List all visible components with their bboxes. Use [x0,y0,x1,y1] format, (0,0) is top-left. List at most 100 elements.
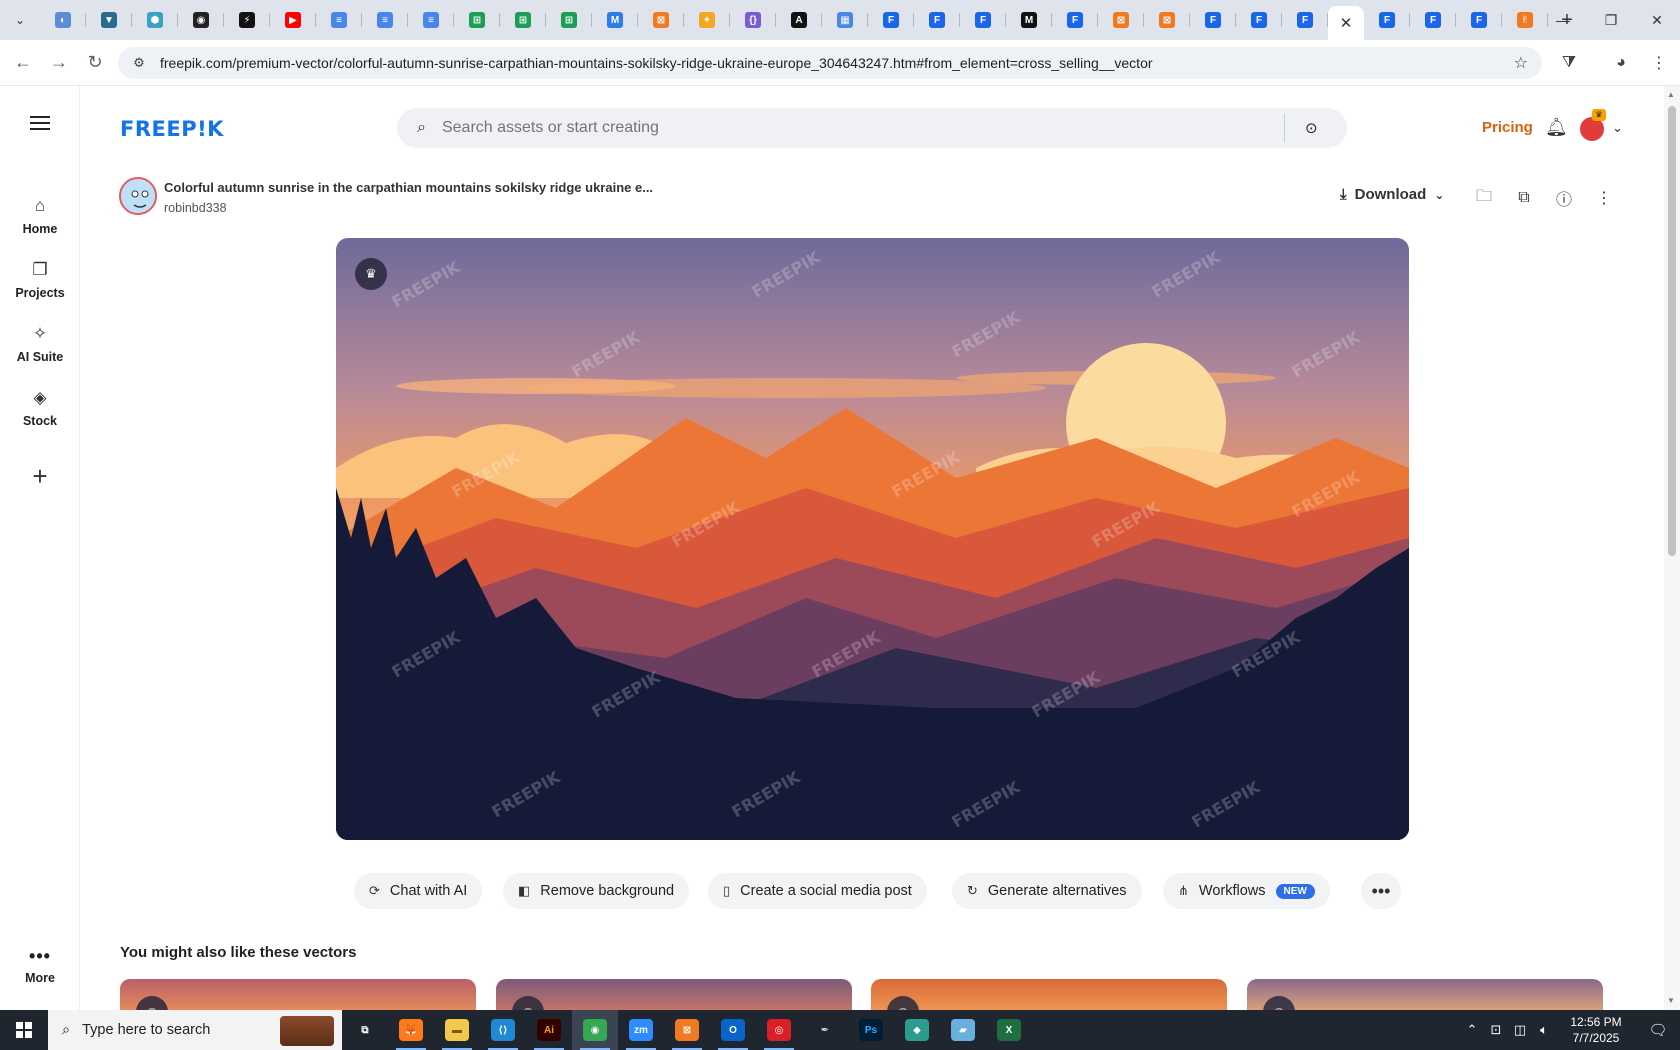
related-thumbnail[interactable]: ♛ [496,979,852,1010]
tray-volume-icon[interactable]: 🔈︎ [1532,1022,1556,1038]
active-tab[interactable]: ✕ [1328,6,1364,40]
taskbar-clock[interactable]: 12:56 PM 7/7/2025 [1556,1014,1636,1046]
taskbar-app-illustrator[interactable]: Ai [526,1010,572,1050]
browser-tab[interactable]: F [868,4,914,36]
scroll-down-arrow-icon[interactable]: ▼ [1667,996,1675,1005]
scroll-up-arrow-icon[interactable]: ▲ [1667,90,1675,99]
browser-tab[interactable]: F [1456,4,1502,36]
add-to-folder-icon[interactable]: 🗀︎ [1472,186,1496,210]
generate-alternatives-button[interactable]: ↻ Generate alternatives [952,873,1142,909]
taskbar-app-zoom[interactable]: zm [618,1010,664,1050]
tray-chevron-up-icon[interactable]: ⌃ [1460,1022,1484,1038]
browser-tab[interactable]: F [1236,4,1282,36]
sidebar-item-projects[interactable]: ❐ Projects [0,260,80,300]
browser-tab[interactable]: F [1364,4,1410,36]
sidebar-item-more[interactable]: ••• More [0,946,80,985]
camera-search-icon[interactable]: ⊙ [1305,119,1325,137]
browser-tab[interactable]: F [914,4,960,36]
tray-network-icon[interactable]: ⊡ [1484,1022,1508,1038]
browser-tab[interactable]: ≡ [408,4,454,36]
related-thumbnail[interactable]: ♛ [1247,979,1603,1010]
browser-tab[interactable]: ⊠ [1098,4,1144,36]
related-thumbnail[interactable]: ♛ [871,979,1227,1010]
browser-tab[interactable]: ≡ [362,4,408,36]
browser-tab[interactable]: ≡ [316,4,362,36]
restore-icon[interactable]: ❐ [1588,0,1634,40]
notifications-bell-icon[interactable]: 🔔︎ [1545,117,1568,138]
browser-tab[interactable]: M [1006,4,1052,36]
chevron-down-icon[interactable]: ⌄ [1612,120,1623,136]
browser-tab[interactable]: ✦ [684,4,730,36]
browser-tab[interactable]: ⊞ [500,4,546,36]
taskbar-app-photoshop[interactable]: Ps [848,1010,894,1050]
back-icon[interactable]: ← [6,46,40,80]
more-actions-button[interactable]: ••• [1361,873,1401,909]
forward-icon[interactable]: → [42,46,76,80]
browser-tab[interactable]: F [1052,4,1098,36]
taskbar-app-excel[interactable]: X [986,1010,1032,1050]
add-plus-icon[interactable]: + [20,456,60,496]
sidebar-item-stock[interactable]: ◈ Stock [0,388,80,428]
browser-tab[interactable]: ⊞ [454,4,500,36]
download-button[interactable]: ⤓ Download ⌄ [1340,186,1444,203]
minimize-icon[interactable]: — [1540,0,1586,40]
browser-tab[interactable]: ⊠ [638,4,684,36]
taskbar-app-creative-cloud[interactable]: ◎ [756,1010,802,1050]
tray-wifi-icon[interactable]: ◫ [1508,1022,1532,1038]
browser-tab[interactable]: ▶ [270,4,316,36]
extensions-icon[interactable]: ⧩ [1556,50,1582,76]
browser-menu-icon[interactable]: ⋮ [1646,50,1672,76]
chat-with-ai-button[interactable]: ⟳ Chat with AI [354,873,483,909]
taskbar-app-chrome[interactable]: ◉ [572,1010,618,1050]
site-info-icon[interactable]: ⚙ [130,54,148,72]
create-a-social-media-post-button[interactable]: ▯ Create a social media post [708,873,927,909]
freepik-logo[interactable]: FREEP!K [120,117,224,141]
author-avatar[interactable] [119,177,157,215]
taskbar-app-xampp[interactable]: ⊠ [664,1010,710,1050]
remove-background-button[interactable]: ◧ Remove background [503,873,690,909]
close-window-icon[interactable]: ✕ [1634,0,1680,40]
close-tab-icon[interactable]: ✕ [1340,14,1353,32]
taskbar-app-app-gem[interactable]: ◆ [894,1010,940,1050]
profile-avatar-icon[interactable]: ◕ [1608,50,1634,76]
start-button[interactable] [0,1010,48,1050]
browser-tab[interactable]: ⊞ [546,4,592,36]
browser-tab[interactable]: ◐ [40,4,86,36]
related-thumbnail[interactable]: ♛ [120,979,476,1010]
browser-tab[interactable]: F [1282,4,1328,36]
page-scrollbar[interactable]: ▲ ▼ [1664,86,1680,1010]
asset-preview-image[interactable]: FREEPIK FREEPIK FREEPIK FREEPIK FREEPIK … [336,238,1409,840]
edit-image-icon[interactable]: ⧉ [1512,186,1536,210]
browser-tab[interactable]: ▦ [822,4,868,36]
taskbar-app-task-view[interactable]: ⧉ [342,1010,388,1050]
browser-tab[interactable]: ⚡ [224,4,270,36]
browser-tab[interactable]: ⊠ [1144,4,1190,36]
reload-icon[interactable]: ↻ [78,46,112,80]
search-input[interactable] [441,119,1284,137]
browser-tab[interactable]: ◉ [178,4,224,36]
pricing-link[interactable]: Pricing [1482,119,1533,136]
browser-tab[interactable]: F [1410,4,1456,36]
browser-tab[interactable]: {} [730,4,776,36]
taskbar-app-pen-tool[interactable]: ✒ [802,1010,848,1050]
taskbar-app-file-explorer[interactable]: ▬ [434,1010,480,1050]
notification-center-icon[interactable]: 🗨︎ [1636,1021,1680,1039]
browser-tab[interactable]: F [960,4,1006,36]
browser-tab[interactable]: ▼ [86,4,132,36]
browser-tab[interactable]: F [1190,4,1236,36]
browser-tab[interactable]: M [592,4,638,36]
hamburger-menu-icon[interactable] [30,116,50,130]
taskbar-app-app-note[interactable]: ▰ [940,1010,986,1050]
scrollbar-thumb[interactable] [1668,106,1676,556]
tab-search-dropdown[interactable]: ⌄ [6,6,34,34]
more-options-icon[interactable]: ⋮ [1592,186,1616,210]
browser-tab[interactable]: ⬢ [132,4,178,36]
bookmark-star-icon[interactable]: ☆ [1514,53,1528,73]
sidebar-item-home[interactable]: ⌂ Home [0,196,80,236]
workflows-button[interactable]: ⋔ Workflows NEW [1163,873,1330,909]
info-icon[interactable]: ⓘ [1552,186,1576,210]
browser-tab[interactable]: A [776,4,822,36]
taskbar-app-outlook[interactable]: O [710,1010,756,1050]
url-bar[interactable]: ⚙ freepik.com/premium-vector/colorful-au… [118,47,1542,79]
taskbar-app-vscode[interactable]: ⟨⟩ [480,1010,526,1050]
